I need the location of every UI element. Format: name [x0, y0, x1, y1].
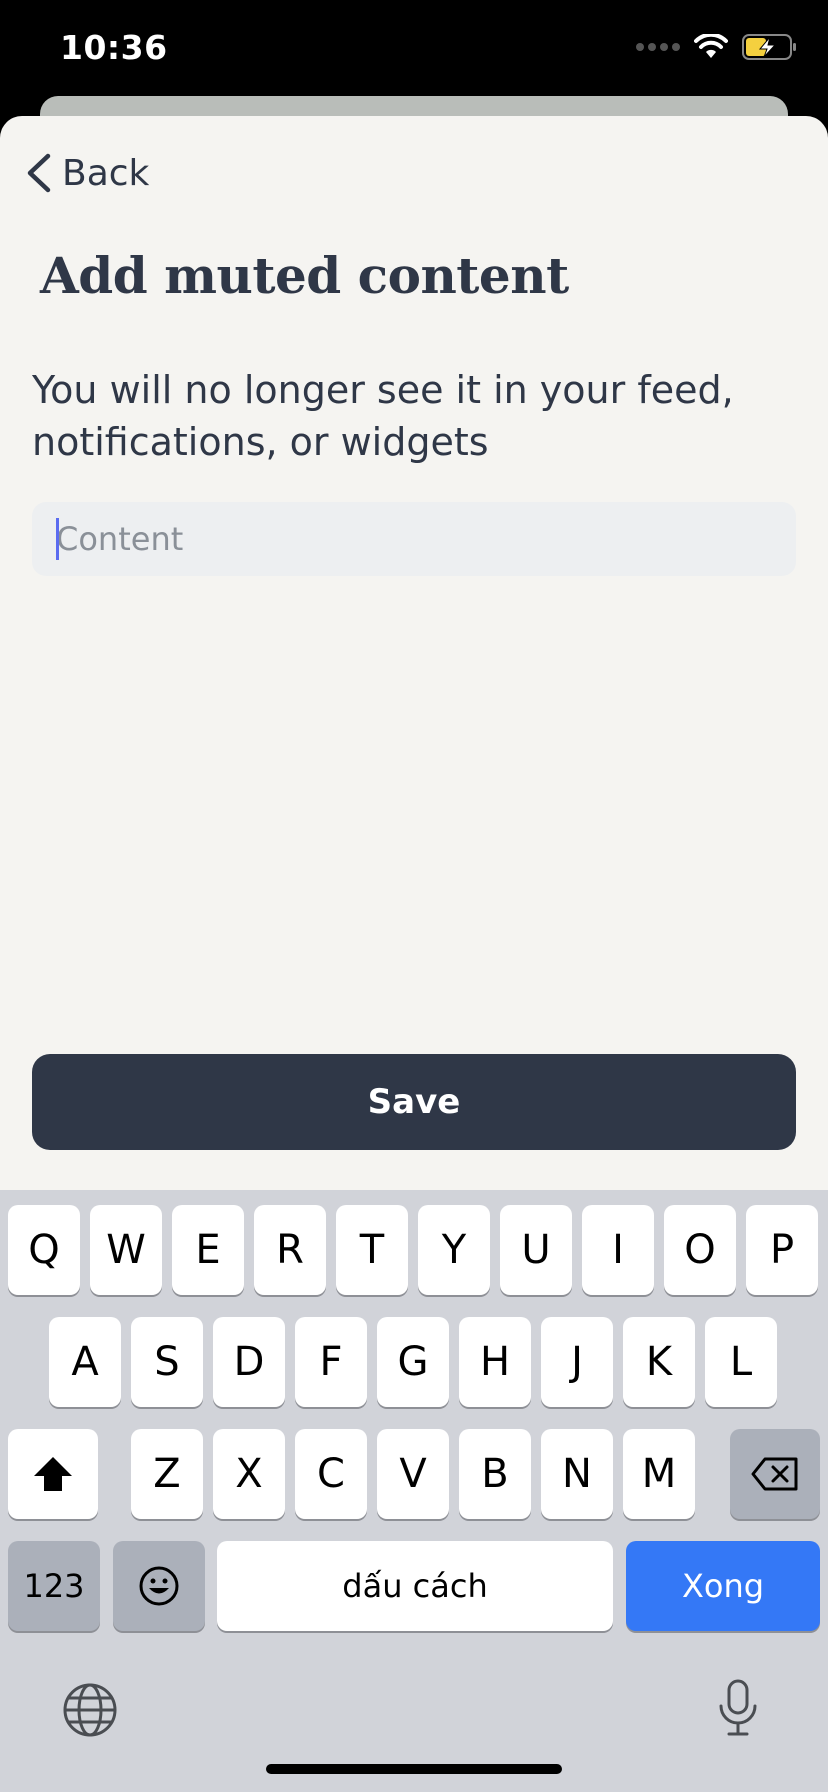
key-e[interactable]: E — [172, 1205, 244, 1295]
key-x[interactable]: X — [213, 1429, 285, 1519]
key-w[interactable]: W — [90, 1205, 162, 1295]
text-caret — [56, 518, 59, 560]
backspace-icon — [751, 1457, 798, 1491]
key-n[interactable]: N — [541, 1429, 613, 1519]
key-j[interactable]: J — [541, 1317, 613, 1407]
key-a[interactable]: A — [49, 1317, 121, 1407]
globe-icon[interactable] — [62, 1682, 118, 1738]
back-label: Back — [62, 152, 150, 194]
key-q[interactable]: Q — [8, 1205, 80, 1295]
chevron-left-icon — [27, 153, 51, 193]
done-key[interactable]: Xong — [626, 1541, 820, 1631]
microphone-icon[interactable] — [716, 1678, 760, 1738]
status-icons — [636, 34, 798, 60]
emoji-smile-icon — [139, 1566, 179, 1606]
key-l[interactable]: L — [705, 1317, 777, 1407]
page-description: You will no longer see it in your feed, … — [32, 368, 734, 464]
emoji-key[interactable] — [113, 1541, 205, 1631]
key-d[interactable]: D — [213, 1317, 285, 1407]
space-key[interactable]: dấu cách — [217, 1541, 613, 1631]
content-input[interactable] — [56, 502, 776, 576]
key-c[interactable]: C — [295, 1429, 367, 1519]
key-f[interactable]: F — [295, 1317, 367, 1407]
key-r[interactable]: R — [254, 1205, 326, 1295]
shift-key[interactable] — [8, 1429, 98, 1519]
key-y[interactable]: Y — [418, 1205, 490, 1295]
key-u[interactable]: U — [500, 1205, 572, 1295]
content-field — [32, 502, 796, 576]
delete-key[interactable] — [730, 1429, 820, 1519]
cellular-signal-icon — [636, 43, 680, 51]
save-button[interactable]: Save — [32, 1054, 796, 1150]
wifi-icon — [694, 34, 728, 58]
home-indicator — [266, 1764, 562, 1774]
status-bar: 10:36 — [0, 0, 828, 100]
key-s[interactable]: S — [131, 1317, 203, 1407]
key-b[interactable]: B — [459, 1429, 531, 1519]
page-title: Add muted content — [40, 246, 569, 305]
battery-charging-icon — [742, 34, 796, 60]
key-h[interactable]: H — [459, 1317, 531, 1407]
key-t[interactable]: T — [336, 1205, 408, 1295]
modal-sheet: Back Add muted content You will no longe… — [0, 116, 828, 1190]
key-z[interactable]: Z — [131, 1429, 203, 1519]
key-m[interactable]: M — [623, 1429, 695, 1519]
key-i[interactable]: I — [582, 1205, 654, 1295]
key-k[interactable]: K — [623, 1317, 695, 1407]
back-button[interactable]: Back — [24, 152, 149, 194]
key-g[interactable]: G — [377, 1317, 449, 1407]
key-p[interactable]: P — [746, 1205, 818, 1295]
status-time: 10:36 — [60, 28, 168, 67]
numbers-key[interactable]: 123 — [8, 1541, 100, 1631]
key-v[interactable]: V — [377, 1429, 449, 1519]
shift-arrow-icon — [34, 1457, 72, 1491]
key-o[interactable]: O — [664, 1205, 736, 1295]
keyboard: Q W E R T Y U I O P A S D F G H J K L Z … — [0, 1190, 828, 1792]
